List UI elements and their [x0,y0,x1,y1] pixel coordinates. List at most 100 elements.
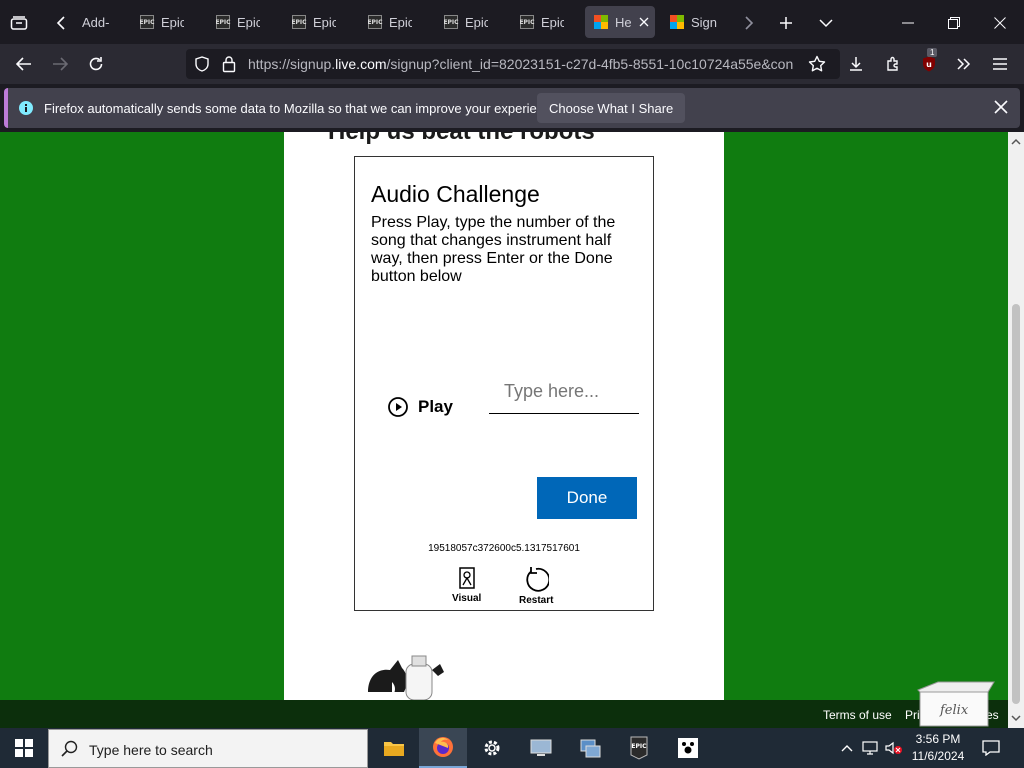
settings-taskbar-icon[interactable] [468,728,516,768]
play-label: Play [418,397,453,416]
felix-box-image: felix [914,680,996,728]
show-hidden-icons-chevron-icon[interactable] [838,738,856,758]
svg-text:felix: felix [939,703,969,718]
url-bar[interactable]: https://signup.live.com/signup?client_id… [186,49,840,79]
microsoft-icon [594,15,608,29]
lock-icon[interactable] [222,55,236,78]
tab-label: Add- [82,14,110,30]
search-icon [61,740,78,757]
new-tab-icon[interactable] [774,11,798,35]
done-button[interactable]: Done [537,477,637,519]
tab-help-active[interactable]: He [585,6,655,38]
scroll-tabs-right-icon[interactable] [738,12,760,34]
epic-games-icon: EPIC [520,15,535,29]
tab-add-ons[interactable]: Add- [82,6,114,38]
epic-games-icon: EPIC [444,15,459,29]
extensions-icon[interactable] [881,53,905,75]
scrollbar-thumb[interactable] [1012,304,1020,704]
forward-icon [48,53,72,75]
data-collection-notification: Firefox automatically sends some data to… [4,88,1020,128]
extension-badge: 1 [927,48,938,57]
switch-to-visual-button[interactable]: Visual [452,567,481,604]
tab-epic-4[interactable]: EPIC Epic [368,6,412,38]
epic-games-icon: EPIC [292,15,307,29]
paw-app-taskbar-icon[interactable] [664,728,712,768]
more-tools-icon[interactable] [952,53,976,75]
tab-label: Sign [691,14,718,30]
back-icon[interactable] [12,53,36,75]
restore-icon[interactable] [942,11,966,35]
scroll-up-arrow-icon[interactable] [1008,134,1024,150]
start-button[interactable] [0,728,48,768]
tab-label: Epic [541,14,564,30]
cat-milk-mascot-image [362,652,452,700]
challenge-title: Audio Challenge [371,181,540,207]
tab-label: He [615,14,632,30]
audio-challenge-panel: Audio Challenge Press Play, type the num… [354,156,654,611]
page-heading: Help us beat the robots [328,132,595,146]
restart-label: Restart [519,595,554,606]
windows-logo-icon [15,739,33,757]
remote-desktop-taskbar-icon[interactable] [517,728,565,768]
tab-sign-in[interactable]: Sign [670,6,720,38]
signup-card: Help us beat the robots Audio Challenge … [284,132,724,700]
info-icon [18,100,34,121]
tab-epic-3[interactable]: EPIC Epic [292,6,336,38]
ublock-origin-icon[interactable]: u 1 [917,48,941,75]
search-placeholder: Type here to search [89,742,213,758]
url-domain: live.com [335,56,387,72]
answer-input[interactable] [489,369,639,414]
taskbar-search-box[interactable]: Type here to search [48,729,368,768]
minimize-icon[interactable] [896,11,920,35]
network-status-icon[interactable] [860,738,880,758]
close-window-icon[interactable] [988,11,1012,35]
epic-games-launcher-taskbar-icon[interactable]: EPIC [615,728,663,768]
url-text[interactable]: https://signup.live.com/signup?client_id… [248,56,800,72]
microsoft-icon [670,15,684,29]
restart-icon [526,567,550,592]
visual-challenge-icon [458,567,475,589]
terms-of-use-link[interactable]: Terms of use [823,708,892,722]
notification-center-icon[interactable] [980,738,1002,758]
epic-logo-text: EPIC [631,743,647,750]
tab-bar: Add- EPIC Epic EPIC Epic EPIC Epic EPIC … [0,0,1024,44]
page-scrollbar[interactable] [1008,132,1024,728]
scroll-tabs-left-icon[interactable] [50,12,72,34]
tab-epic-5[interactable]: EPIC Epic [444,6,488,38]
play-circle-icon [388,397,408,417]
tab-label: Epic [389,14,412,30]
system-clock[interactable]: 3:56 PM 11/6/2024 [906,731,970,765]
clock-date: 11/6/2024 [911,749,965,763]
page-content: Help us beat the robots Audio Challenge … [0,132,1008,700]
play-button[interactable]: Play [388,397,453,417]
close-notification-icon[interactable] [994,100,1008,119]
bookmark-star-icon[interactable] [808,55,826,78]
clock-time: 3:56 PM [915,732,961,746]
firefox-taskbar-icon[interactable] [419,728,467,768]
tracking-protection-shield-icon[interactable] [194,56,210,77]
tab-label: Epic [465,14,488,30]
tab-manager-icon[interactable] [8,12,30,34]
url-prefix: https://signup. [248,56,336,72]
visual-label: Visual [452,593,482,604]
file-explorer-taskbar-icon[interactable] [370,728,418,768]
close-tab-icon[interactable] [639,17,649,27]
epic-games-icon: EPIC [368,15,383,29]
choose-what-i-share-button[interactable]: Choose What I Share [537,93,686,123]
tab-epic-6[interactable]: EPIC Epic [520,6,564,38]
restart-button[interactable]: Restart [519,567,553,606]
volume-muted-icon[interactable] [884,738,904,758]
tab-label: Epic [237,14,260,30]
scroll-down-arrow-icon[interactable] [1008,710,1024,726]
list-all-tabs-icon[interactable] [814,11,838,35]
hamburger-menu-icon[interactable] [988,53,1012,75]
downloads-icon[interactable] [844,53,868,75]
challenge-instructions: Press Play, type the number of the song … [371,214,616,285]
tab-epic-2[interactable]: EPIC Epic [216,6,260,38]
epic-games-icon: EPIC [216,15,231,29]
network-app-taskbar-icon[interactable] [566,728,614,768]
tab-label: Epic [161,14,184,30]
notification-text: Firefox automatically sends some data to… [44,101,562,116]
tab-epic-1[interactable]: EPIC Epic [140,6,184,38]
reload-icon[interactable] [84,53,108,75]
